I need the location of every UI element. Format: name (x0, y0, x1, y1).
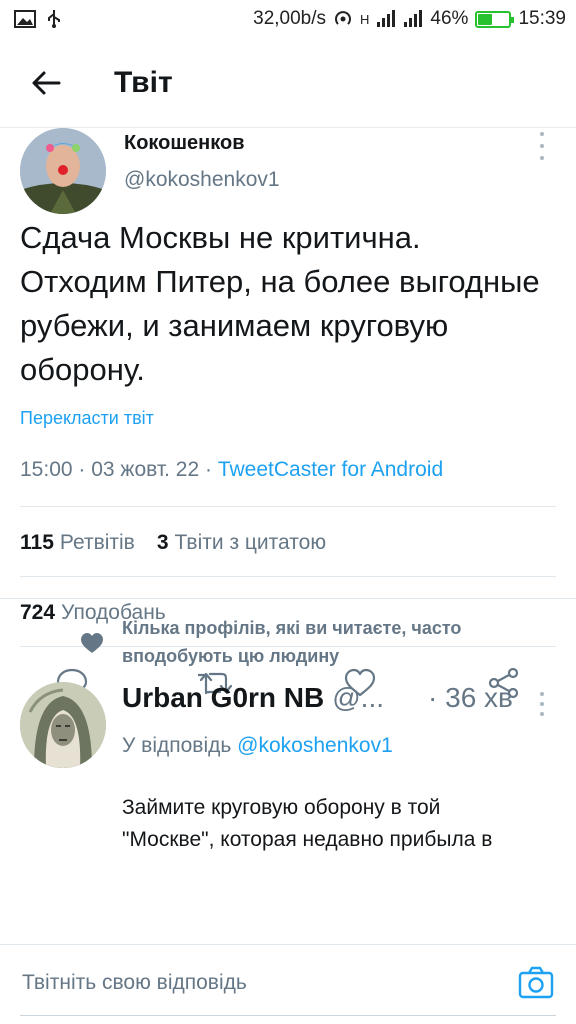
tweet-client-link[interactable]: TweetCaster for Android (218, 458, 443, 481)
social-context-text: Кілька профілів, які ви читаєте, часто в… (122, 618, 462, 666)
reply-header: Urban G0rn NB @... · 36 хв (122, 682, 562, 722)
replying-prefix: У відповідь (122, 734, 232, 757)
camera-icon (518, 966, 554, 999)
retweets-count: 115 (20, 531, 54, 554)
translate-tweet-link[interactable]: Перекласти твіт (20, 408, 154, 429)
reply-time: · 36 хв (428, 682, 513, 713)
reply-compose-input[interactable]: Твітніть свою відповідь (22, 971, 247, 995)
reply-author-name[interactable]: Urban G0rn NB (122, 682, 324, 714)
retweets-label: Ретвітів (59, 531, 135, 554)
author-name[interactable]: Кокошенков (124, 132, 245, 155)
reply-author-handle[interactable]: @... (332, 682, 384, 714)
reply-text: Займите круговую оборону в той "Москве",… (122, 796, 493, 851)
battery-level (478, 13, 493, 25)
quotes-stat[interactable]: 3 Твіти з цитатою (157, 531, 326, 555)
tweet-time: 15:00 (20, 458, 73, 481)
main-tweet: Кокошенков @kokoshenkov1 Сдача Москвы не… (0, 128, 576, 699)
compose-underline (20, 1015, 556, 1016)
network-speed: 32,00b/s (253, 8, 327, 29)
section-separator (0, 598, 576, 599)
tweet-text: Сдача Москвы не критична. Отходим Питер,… (20, 220, 540, 387)
battery-icon (475, 10, 515, 28)
tweet-date: 03 жовт. 22 (91, 458, 200, 481)
gallery-notification-icon (14, 10, 36, 28)
compose-bar: Твітніть свою відповідь (0, 944, 576, 1024)
reply-avatar-image (20, 682, 106, 768)
arrow-left-icon (32, 71, 61, 94)
signal-icon-1 (377, 10, 396, 27)
hotspot-icon (335, 11, 351, 25)
author-avatar[interactable] (20, 128, 106, 214)
author-avatar-image (20, 128, 106, 214)
replying-mention-link[interactable]: @kokoshenkov1 (237, 734, 393, 757)
retweets-stat[interactable]: 115 Ретвітів (20, 531, 135, 555)
network-type: H (360, 11, 370, 27)
quotes-label: Твіти з цитатою (174, 531, 327, 554)
reply-more-button[interactable] (536, 692, 548, 716)
more-dot (540, 712, 544, 716)
clock: 15:39 (518, 8, 566, 29)
divider (20, 576, 556, 577)
replying-to: У відповідь @kokoshenkov1 (122, 734, 393, 758)
author-handle[interactable]: @kokoshenkov1 (124, 168, 280, 192)
more-dot (540, 144, 544, 148)
more-dot (540, 692, 544, 696)
likes-count: 724 (20, 601, 56, 624)
retweet-stats-row: 115 Ретвітів 3 Твіти з цитатою (20, 531, 326, 555)
divider (20, 506, 556, 507)
signal-icon-2 (404, 10, 423, 27)
more-dot (540, 156, 544, 160)
status-right: 32,00b/s H 46% 15:39 (253, 8, 566, 30)
usb-icon (48, 10, 60, 28)
heart-icon (81, 633, 103, 653)
tweet-more-button[interactable] (536, 132, 548, 160)
camera-button[interactable] (518, 965, 554, 1001)
status-left (14, 9, 62, 29)
status-bar: 32,00b/s H 46% 15:39 (0, 0, 576, 38)
more-dot (540, 132, 544, 136)
page-title: Твіт (114, 65, 173, 99)
battery-percent: 46% (430, 8, 469, 29)
meta-separator: · (72, 458, 92, 481)
quotes-count: 3 (156, 531, 169, 554)
top-bar: Твіт (0, 38, 576, 128)
back-button[interactable] (14, 53, 78, 113)
tweet-author-row: Кокошенков @kokoshenkov1 (0, 128, 576, 214)
tweet-meta: 15:00 · 03 жовт. 22 · TweetCaster for An… (20, 458, 443, 482)
reply-avatar[interactable] (20, 682, 106, 768)
meta-separator: · (199, 458, 218, 481)
more-dot (540, 702, 544, 706)
